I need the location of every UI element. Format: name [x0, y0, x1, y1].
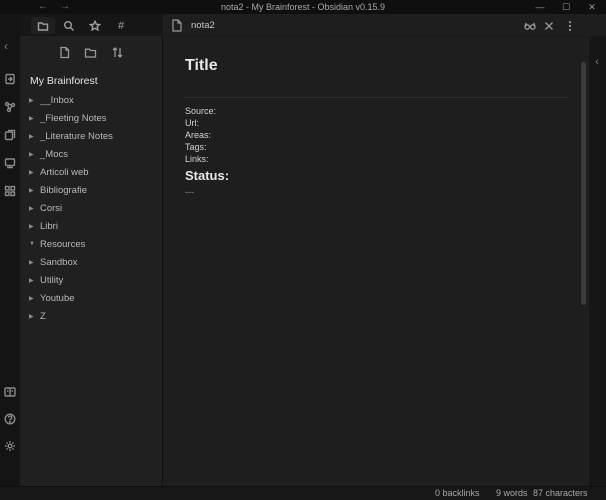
chevron-down-icon: ▼: [29, 241, 35, 247]
settings-gear-icon[interactable]: [2, 438, 18, 454]
folder-label: __Inbox: [40, 94, 74, 106]
folder-literature-notes[interactable]: ▶ _Literature Notes: [20, 127, 163, 145]
vault-name[interactable]: My Brainforest: [30, 75, 98, 87]
search-icon: [64, 20, 74, 31]
chevron-right-icon: ▶: [29, 151, 34, 158]
star-icon: [89, 19, 101, 31]
character-count: 87 characters: [533, 488, 588, 498]
chevron-right-icon: ▶: [29, 169, 34, 176]
more-options-icon[interactable]: [563, 19, 577, 33]
folder-fleeting-notes[interactable]: ▶ _Fleeting Notes: [20, 109, 163, 127]
chevron-right-icon: ▶: [29, 187, 34, 194]
close-tab-icon[interactable]: [542, 19, 556, 33]
field-url[interactable]: Url:: [185, 118, 199, 128]
collapse-sidebar-icon[interactable]: ‹: [4, 39, 8, 53]
chevron-right-icon: ▶: [29, 205, 34, 212]
open-vault-icon[interactable]: [2, 384, 18, 400]
graph-view-icon[interactable]: [2, 99, 18, 115]
word-count: 9 words: [496, 488, 528, 498]
separator-text[interactable]: ---: [185, 187, 194, 197]
folder-utility[interactable]: ▶ Utility: [20, 271, 163, 289]
file-explorer-panel: My Brainforest ▶ __Inbox ▶ _Fleeting Notes…: [20, 36, 163, 486]
folder-libri[interactable]: ▶ Libri: [20, 217, 163, 235]
expand-right-sidebar-icon[interactable]: ‹: [591, 55, 603, 69]
right-ribbon: ‹: [589, 37, 606, 486]
status-bar: 0 backlinks 9 words 87 characters: [0, 486, 606, 500]
folder-label: _Mocs: [40, 148, 68, 160]
folder-youtube[interactable]: ▶ Youtube: [20, 289, 163, 307]
folder-sandbox[interactable]: ▶ Sandbox: [20, 253, 163, 271]
editor-pane: nota2 Title Source: Url: Areas: Tags: Li…: [163, 14, 606, 486]
new-folder-icon: [84, 48, 96, 58]
folder-resources[interactable]: ▼ Resources: [20, 235, 163, 253]
folder-label: Bibliografie: [40, 184, 87, 196]
status-heading[interactable]: Status:: [185, 168, 229, 183]
field-areas[interactable]: Areas:: [185, 130, 211, 140]
folder-mocs[interactable]: ▶ _Mocs: [20, 145, 163, 163]
field-links[interactable]: Links:: [185, 154, 209, 164]
hash-icon: #: [117, 19, 125, 32]
left-ribbon: ‹: [0, 14, 20, 500]
folder-label: _Literature Notes: [40, 130, 113, 142]
templates-icon[interactable]: [2, 127, 18, 143]
open-quick-switcher-icon[interactable]: [2, 71, 18, 87]
new-note-button[interactable]: [54, 42, 74, 62]
new-note-icon: [59, 46, 69, 58]
folder-label: Articoli web: [40, 166, 89, 178]
horizontal-rule: [185, 97, 568, 98]
reading-mode-glasses-icon[interactable]: [523, 19, 537, 33]
folder-label: Sandbox: [40, 256, 78, 268]
folder-label: _Fleeting Notes: [40, 112, 107, 124]
tab-tags[interactable]: #: [109, 17, 133, 34]
folder-label: Z: [40, 310, 46, 322]
editor-content[interactable]: Title Source: Url: Areas: Tags: Links: S…: [163, 37, 606, 486]
editor-scrollbar[interactable]: [581, 62, 586, 305]
folder-z[interactable]: ▶ Z: [20, 307, 163, 325]
maximize-button[interactable]: ☐: [556, 0, 576, 14]
folder-corsi[interactable]: ▶ Corsi: [20, 199, 163, 217]
view-header: nota2: [163, 14, 606, 37]
sidebar-tab-strip: #: [20, 14, 163, 36]
folder-bibliografie[interactable]: ▶ Bibliografie: [20, 181, 163, 199]
minimize-button[interactable]: —: [530, 0, 550, 14]
tab-search[interactable]: [57, 17, 81, 34]
folder-icon: [37, 21, 49, 31]
sort-arrows-icon: [112, 46, 122, 58]
chevron-right-icon: ▶: [29, 313, 34, 320]
chevron-right-icon: ▶: [29, 97, 34, 104]
close-window-button[interactable]: ✕: [582, 0, 602, 14]
field-tags[interactable]: Tags:: [185, 142, 207, 152]
file-explorer-toolbar: [20, 42, 163, 62]
tab-starred[interactable]: [83, 17, 107, 34]
title-bar: ← → nota2 - My Brainforest - Obsidian v0…: [0, 0, 606, 14]
file-icon: [171, 19, 183, 32]
folder-label: Youtube: [40, 292, 75, 304]
folder-articoli-web[interactable]: ▶ Articoli web: [20, 163, 163, 181]
slides-icon[interactable]: [2, 155, 18, 171]
new-folder-button[interactable]: [80, 42, 100, 62]
chevron-right-icon: ▶: [29, 259, 34, 266]
field-source[interactable]: Source:: [185, 106, 216, 116]
folder-label: Resources: [40, 238, 86, 250]
folder-label: Corsi: [40, 202, 63, 214]
file-tree: ▶ __Inbox ▶ _Fleeting Notes ▶ _Literature N…: [20, 91, 163, 325]
chevron-right-icon: ▶: [29, 295, 34, 302]
help-icon[interactable]: [2, 411, 18, 427]
window-title: nota2 - My Brainforest - Obsidian v0.15.…: [220, 2, 386, 12]
chevron-right-icon: ▶: [29, 223, 34, 230]
chevron-right-icon: ▶: [29, 133, 34, 140]
document-title[interactable]: Title: [185, 57, 218, 75]
folder-label: Utility: [40, 274, 64, 286]
folder-label: Libri: [40, 220, 58, 232]
sort-button[interactable]: [107, 42, 127, 62]
plugins-grid-icon[interactable]: [2, 183, 18, 199]
note-title-tab[interactable]: nota2: [191, 20, 215, 31]
folder-inbox[interactable]: ▶ __Inbox: [20, 91, 163, 109]
tab-file-explorer[interactable]: [31, 17, 55, 34]
chevron-right-icon: ▶: [29, 277, 34, 284]
backlinks-count[interactable]: 0 backlinks: [435, 488, 480, 498]
chevron-right-icon: ▶: [29, 115, 34, 122]
